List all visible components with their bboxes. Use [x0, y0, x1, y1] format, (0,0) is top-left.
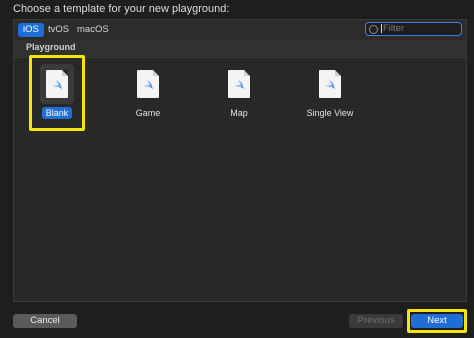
- swift-file-icon: [228, 70, 250, 98]
- template-map[interactable]: Map: [209, 62, 269, 142]
- swift-file-icon: [319, 70, 341, 98]
- template-single-view[interactable]: Single View: [300, 62, 360, 142]
- filter-field[interactable]: Filter: [365, 22, 462, 36]
- platform-tab-bar: iOS tvOS macOS Filter: [14, 20, 466, 41]
- highlight-box-next: [407, 309, 467, 333]
- section-label: Playground: [26, 42, 76, 52]
- template-label: Map: [230, 108, 248, 118]
- highlight-box-blank: [29, 55, 85, 131]
- template-game[interactable]: Game: [118, 62, 178, 142]
- text-caret: [381, 24, 382, 33]
- filter-icon: [369, 25, 378, 34]
- dialog-prompt: Choose a template for your new playgroun…: [13, 3, 230, 15]
- swift-file-icon: [137, 70, 159, 98]
- template-label: Single View: [306, 108, 354, 118]
- tab-ios[interactable]: iOS: [18, 23, 44, 37]
- template-label: Game: [135, 108, 161, 118]
- previous-button[interactable]: Previous: [349, 314, 403, 328]
- cancel-button[interactable]: Cancel: [13, 314, 77, 328]
- filter-placeholder: Filter: [383, 23, 405, 34]
- tab-macos[interactable]: macOS: [72, 23, 114, 37]
- tab-tvos[interactable]: tvOS: [43, 23, 74, 37]
